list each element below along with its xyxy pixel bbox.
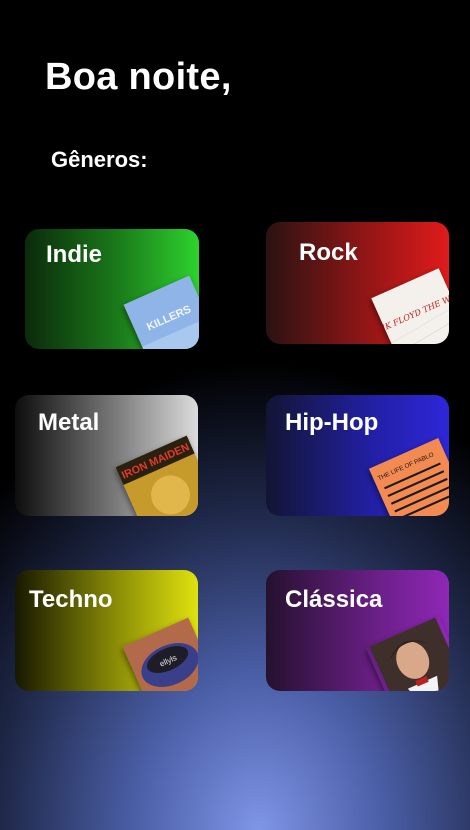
genre-card-rock[interactable]: Rock PINK FLOYD THE WALL: [266, 222, 449, 344]
album-cover-image: IRON MAIDEN: [115, 435, 198, 516]
album-cover-image: [366, 616, 449, 691]
genres-section-title: Gêneros:: [51, 147, 148, 172]
genre-card-label: Hip-Hop: [285, 409, 379, 436]
album-cover-image: PINK FLOYD THE WALL: [371, 268, 449, 344]
album-cover-image: ellyls: [122, 617, 198, 691]
genre-card-label: Indie: [46, 241, 103, 268]
genre-card-label: Metal: [38, 409, 100, 436]
album-cover-image: THE LIFE OF PABLO: [368, 437, 449, 516]
album-cover-image: KILLERS: [123, 275, 199, 349]
genre-card-techno[interactable]: Techno ellyls: [15, 570, 198, 691]
genre-card-classica[interactable]: Clássica: [266, 570, 449, 691]
genre-card-metal[interactable]: Metal IRON MAIDEN: [15, 395, 198, 516]
genre-card-hip-hop[interactable]: Hip-Hop THE LIFE OF PABLO: [266, 395, 449, 516]
genre-card-label: Clássica: [285, 586, 383, 613]
greeting-title: Boa noite,: [45, 56, 232, 98]
genre-card-indie[interactable]: Indie KILLERS: [25, 229, 199, 349]
genre-card-label: Rock: [299, 239, 358, 266]
genre-card-label: Techno: [29, 586, 113, 613]
